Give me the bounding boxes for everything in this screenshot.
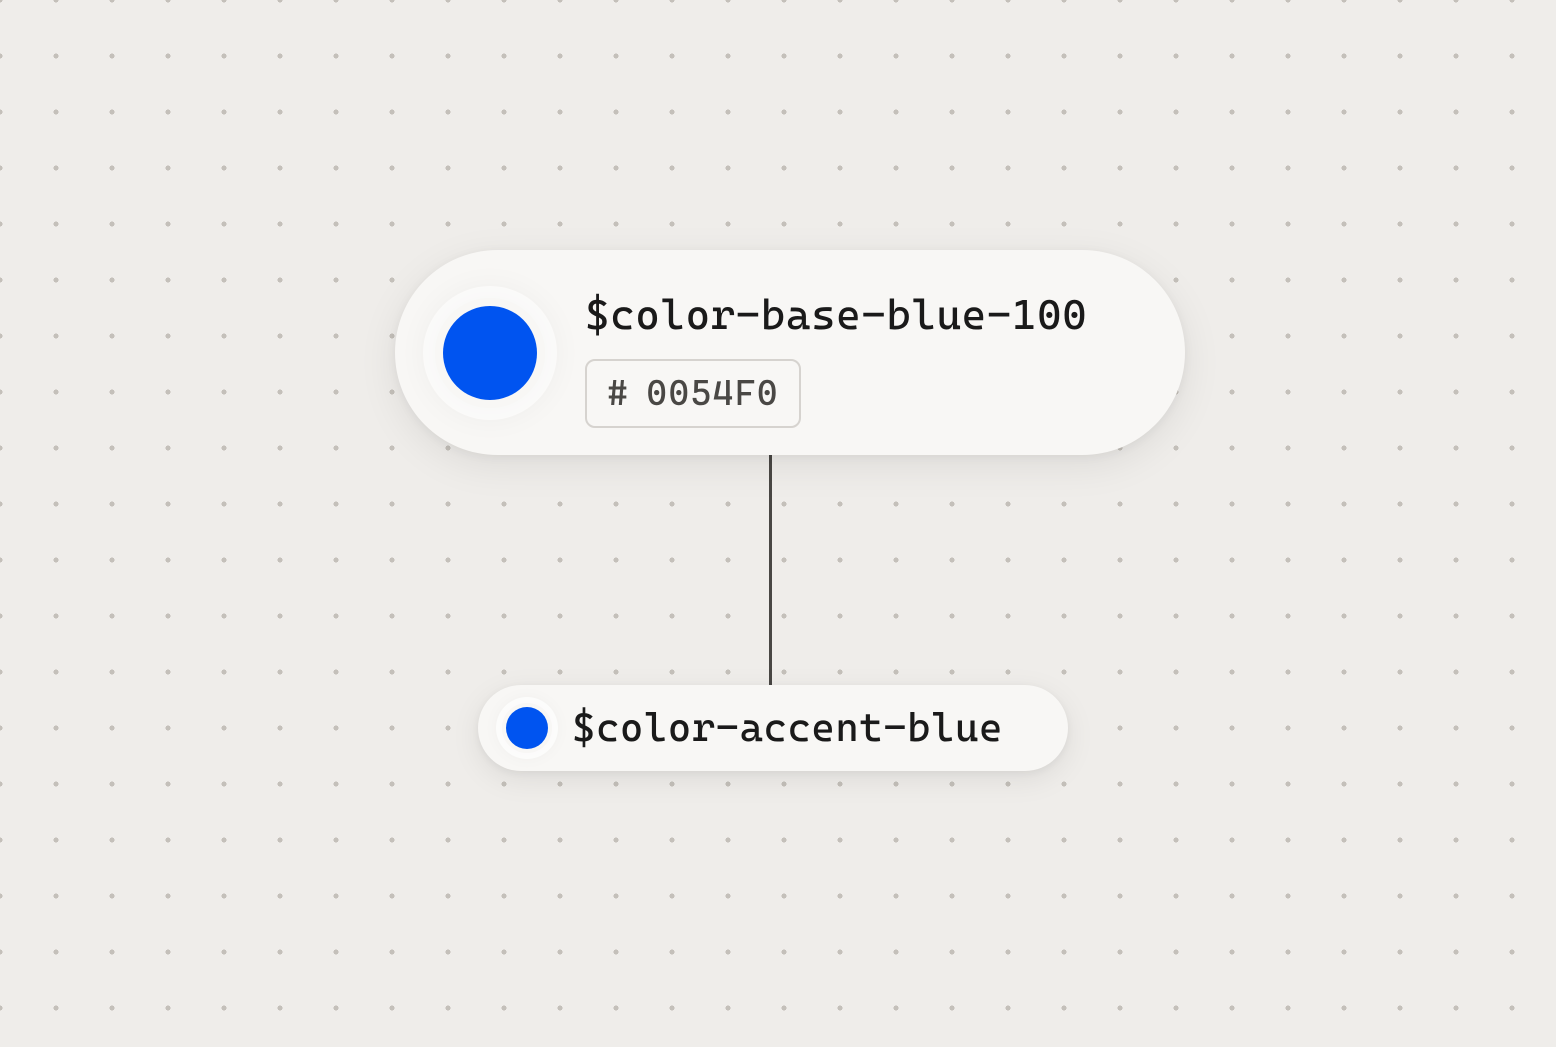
base-token-node[interactable]: $color-base-blue-100 # 0054F0 — [395, 250, 1185, 455]
alias-token-swatch-halo — [502, 703, 552, 753]
hex-value-box[interactable]: # 0054F0 — [585, 359, 801, 428]
connector-line — [769, 450, 772, 696]
base-token-name: $color-base-blue-100 — [585, 290, 1087, 339]
alias-token-name: $color-accent-blue — [572, 705, 1003, 751]
alias-token-swatch — [506, 707, 548, 749]
base-token-swatch — [443, 306, 537, 400]
hex-prefix: # — [607, 373, 628, 414]
alias-token-node[interactable]: $color-accent-blue — [478, 685, 1068, 771]
token-diagram-canvas: $color-base-blue-100 # 0054F0 $color-acc… — [0, 0, 1556, 1047]
base-token-content: $color-base-blue-100 # 0054F0 — [585, 278, 1087, 428]
base-token-swatch-halo — [435, 298, 545, 408]
hex-value: 0054F0 — [646, 373, 779, 414]
